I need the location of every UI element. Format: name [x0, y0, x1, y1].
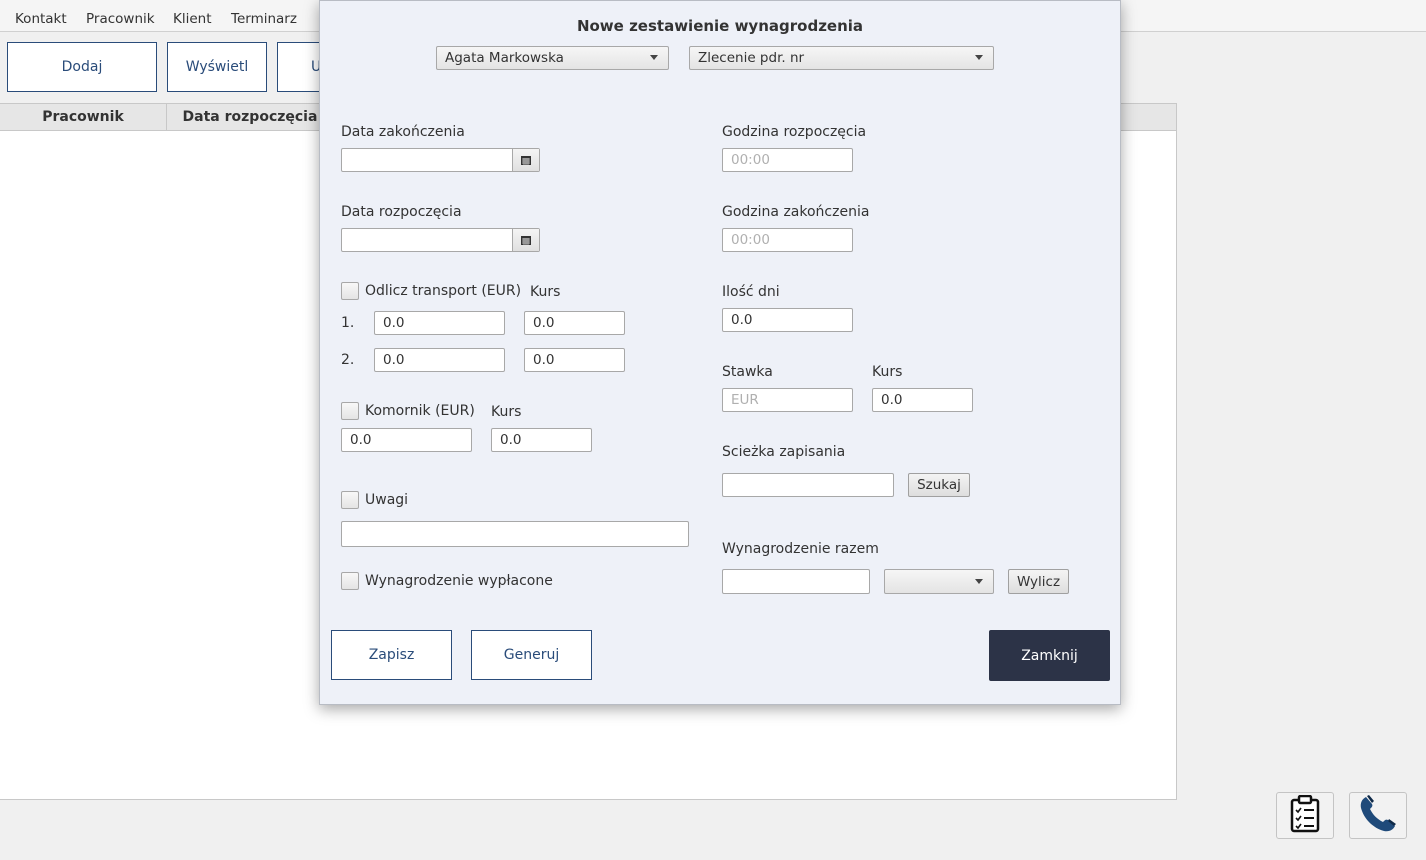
rate-field[interactable]: EUR	[722, 388, 853, 412]
rate-placeholder: EUR	[731, 392, 759, 408]
phone-icon	[1358, 794, 1398, 838]
bailiff-value: 0.0	[350, 432, 372, 448]
calendar-icon[interactable]	[512, 149, 539, 171]
start-time-field[interactable]: 00:00	[722, 148, 853, 172]
paid-checkbox[interactable]	[341, 572, 359, 590]
transport-rate-label: Kurs	[530, 284, 561, 300]
days-label: Ilość dni	[722, 284, 780, 300]
path-field[interactable]	[722, 473, 894, 497]
notes-field[interactable]	[341, 521, 689, 547]
rate-kurs-label: Kurs	[872, 364, 903, 380]
transport-1-rate-value: 0.0	[533, 315, 555, 331]
menu-kontakt[interactable]: Kontakt	[15, 11, 67, 27]
end-date-field[interactable]	[341, 148, 540, 172]
search-button[interactable]: Szukaj	[908, 473, 970, 497]
menu-pracownik[interactable]: Pracownik	[86, 11, 155, 27]
currency-select[interactable]	[884, 569, 994, 594]
bailiff-label: Komornik (EUR)	[365, 403, 475, 419]
transport-2-rate-value: 0.0	[533, 352, 555, 368]
notes-label: Uwagi	[365, 492, 409, 508]
end-time-field[interactable]: 00:00	[722, 228, 853, 252]
bailiff-field[interactable]: 0.0	[341, 428, 472, 452]
end-time-placeholder: 00:00	[731, 232, 770, 248]
dialog-title: Nowe zestawienie wynagrodzenia	[576, 17, 864, 35]
transport-1-rate-field[interactable]: 0.0	[524, 311, 625, 335]
clipboard-button[interactable]	[1276, 792, 1334, 839]
start-date-label: Data rozpoczęcia	[341, 204, 462, 220]
rate-kurs-field[interactable]: 0.0	[872, 388, 973, 412]
paid-label: Wynagrodzenie wypłacone	[365, 573, 553, 589]
bailiff-rate-value: 0.0	[500, 432, 522, 448]
start-time-placeholder: 00:00	[731, 152, 770, 168]
transport-1-field[interactable]: 0.0	[374, 311, 505, 335]
add-button[interactable]: Dodaj	[7, 42, 157, 92]
employee-select[interactable]: Agata Markowska	[436, 46, 669, 70]
transport-2-value: 0.0	[383, 352, 405, 368]
transport-1-value: 0.0	[383, 315, 405, 331]
salary-dialog: Nowe zestawienie wynagrodzenia Agata Mar…	[319, 0, 1121, 705]
start-time-label: Godzina rozpoczęcia	[722, 124, 867, 140]
column-header-start-date[interactable]: Data rozpoczęcia	[167, 104, 334, 130]
start-date-field[interactable]	[341, 228, 540, 252]
transport-2-rate-field[interactable]: 0.0	[524, 348, 625, 372]
transport-row-1-number: 1.	[341, 315, 355, 331]
column-header-employee[interactable]: Pracownik	[0, 104, 167, 130]
clipboard-icon	[1290, 794, 1320, 837]
bailiff-checkbox[interactable]	[341, 402, 359, 420]
chevron-down-icon	[975, 578, 983, 584]
total-label: Wynagrodzenie razem	[722, 541, 879, 557]
generate-button[interactable]: Generuj	[471, 630, 592, 680]
phone-button[interactable]	[1349, 792, 1407, 839]
transport-label: Odlicz transport (EUR)	[365, 283, 522, 299]
end-time-label: Godzina zakończenia	[722, 204, 870, 220]
order-select[interactable]: Zlecenie pdr. nr	[689, 46, 994, 70]
calculate-button[interactable]: Wylicz	[1008, 569, 1069, 594]
rate-label: Stawka	[722, 364, 773, 380]
days-value: 0.0	[731, 312, 753, 328]
transport-2-field[interactable]: 0.0	[374, 348, 505, 372]
order-select-value: Zlecenie pdr. nr	[698, 50, 805, 66]
close-button[interactable]: Zamknij	[989, 630, 1110, 681]
days-field[interactable]: 0.0	[722, 308, 853, 332]
end-date-label: Data zakończenia	[341, 124, 465, 140]
bailiff-rate-label: Kurs	[491, 404, 522, 420]
chevron-down-icon	[975, 55, 983, 60]
notes-checkbox[interactable]	[341, 491, 359, 509]
menu-terminarz[interactable]: Terminarz	[231, 11, 297, 27]
view-button[interactable]: Wyświetl	[167, 42, 267, 92]
chevron-down-icon	[650, 55, 658, 60]
bailiff-rate-field[interactable]: 0.0	[491, 428, 592, 452]
calendar-icon[interactable]	[512, 229, 539, 251]
total-field[interactable]	[722, 569, 870, 594]
transport-checkbox[interactable]	[341, 282, 359, 300]
rate-kurs-value: 0.0	[881, 392, 903, 408]
save-button[interactable]: Zapisz	[331, 630, 452, 680]
path-label: Scieżka zapisania	[722, 444, 846, 460]
transport-row-2-number: 2.	[341, 352, 355, 368]
employee-select-value: Agata Markowska	[445, 50, 564, 66]
menu-klient[interactable]: Klient	[173, 11, 212, 27]
